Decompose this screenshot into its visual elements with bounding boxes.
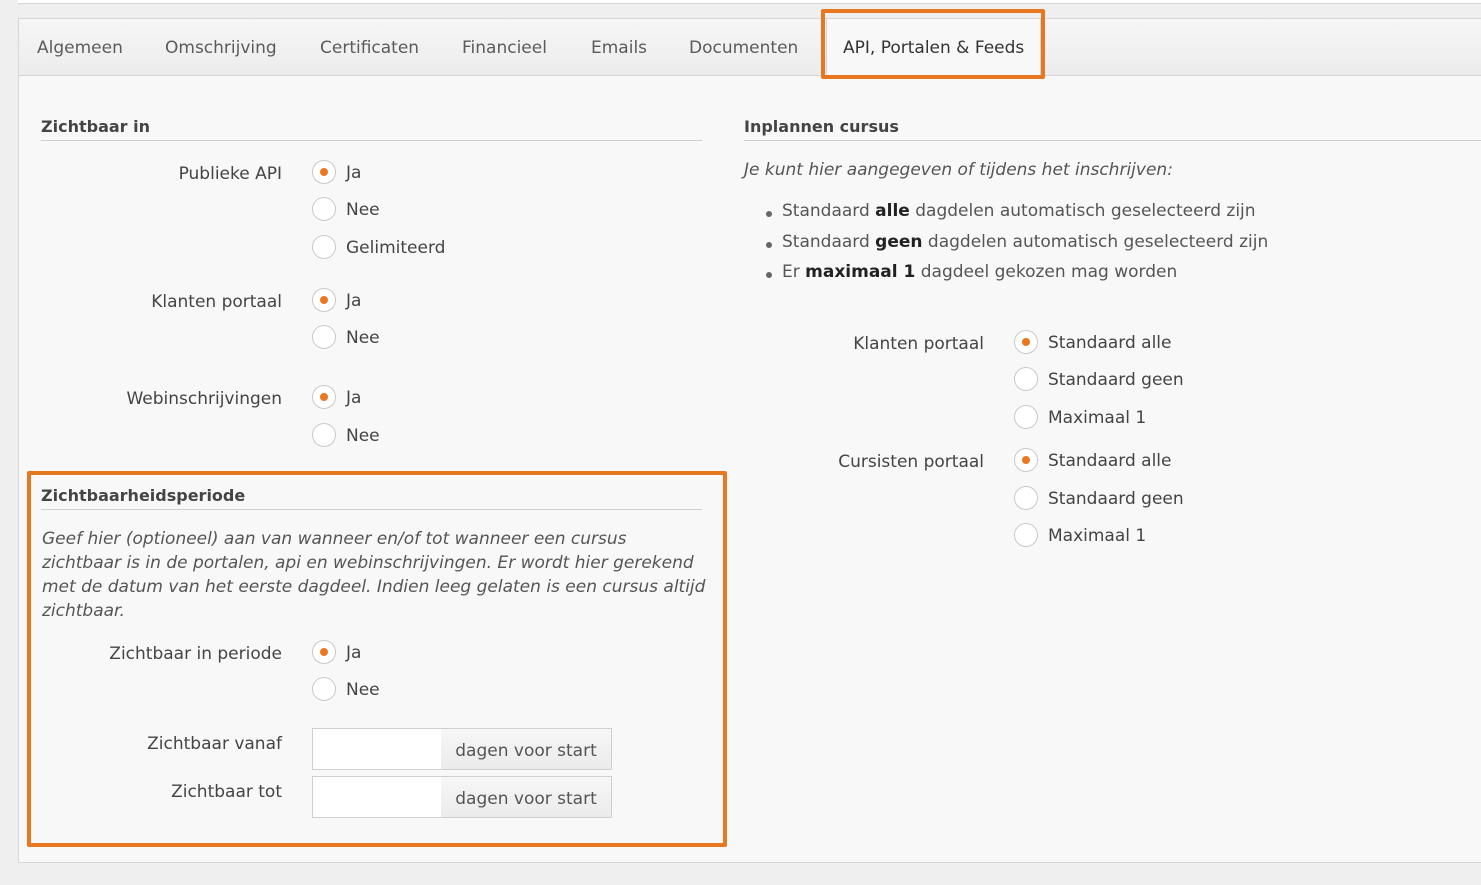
radio-unchecked-icon[interactable] (312, 325, 336, 349)
label-plan-klanten-portaal: Klanten portaal (853, 334, 984, 354)
plan-bullet-maximaal: Er maximaal 1 dagdeel gekozen mag worden (765, 262, 1178, 282)
label-plan-cursisten-portaal: Cursisten portaal (838, 452, 984, 472)
tab-omschrijving[interactable]: Omschrijving (165, 19, 277, 75)
radio-checked-icon[interactable] (312, 640, 336, 664)
radio-checked-icon[interactable] (312, 385, 336, 409)
tab-bar: Algemeen Omschrijving Certificaten Finan… (19, 19, 1481, 76)
label-publieke-api: Publieke API (178, 164, 282, 184)
section-title-zichtbaarheidsperiode: Zichtbaarheidsperiode (41, 486, 702, 510)
section-title-zichtbaar-in: Zichtbaar in (41, 117, 702, 141)
tab-documenten[interactable]: Documenten (689, 19, 798, 75)
radio-checked-icon[interactable] (312, 288, 336, 312)
tab-algemeen[interactable]: Algemeen (37, 19, 123, 75)
label-webinschrijvingen: Webinschrijvingen (126, 389, 282, 409)
radio-unchecked-icon[interactable] (1014, 523, 1038, 547)
plan-bullet-geen: Standaard geen dagdelen automatisch gese… (765, 232, 1269, 252)
radio-checked-icon[interactable] (1014, 330, 1038, 354)
radio-unchecked-icon[interactable] (312, 235, 336, 259)
tab-emails[interactable]: Emails (591, 19, 647, 75)
label-klanten-portaal: Klanten portaal (151, 292, 282, 312)
radio-unchecked-icon[interactable] (312, 197, 336, 221)
plan-intro: Je kunt hier aangegeven of tijdens het i… (744, 160, 1173, 180)
radio-unchecked-icon[interactable] (1014, 486, 1038, 510)
radio-checked-icon[interactable] (312, 160, 336, 184)
tab-api-portalen-feeds[interactable]: API, Portalen & Feeds (826, 19, 1042, 76)
radio-unchecked-icon[interactable] (312, 677, 336, 701)
zichtbaar-tot-addon: dagen voor start (441, 776, 612, 818)
label-zichtbaar-vanaf: Zichtbaar vanaf (147, 734, 282, 754)
label-zichtbaar-in-periode: Zichtbaar in periode (109, 644, 282, 664)
radio-unchecked-icon[interactable] (1014, 405, 1038, 429)
tab-certificaten[interactable]: Certificaten (320, 19, 419, 75)
radio-checked-icon[interactable] (1014, 448, 1038, 472)
plan-bullet-alle: Standaard alle dagdelen automatisch gese… (766, 201, 1256, 221)
tab-financieel[interactable]: Financieel (462, 19, 547, 75)
radio-unchecked-icon[interactable] (1014, 367, 1038, 391)
zichtbaar-vanaf-addon: dagen voor start (441, 728, 612, 770)
label-zichtbaar-tot: Zichtbaar tot (171, 782, 282, 802)
section-title-inplannen-cursus: Inplannen cursus (744, 117, 1481, 141)
period-description: Geef hier (optioneel) aan van wanneer en… (42, 529, 706, 621)
radio-unchecked-icon[interactable] (312, 423, 336, 447)
top-border (18, 0, 1481, 4)
zichtbaar-vanaf-input[interactable] (312, 728, 442, 770)
zichtbaar-tot-input[interactable] (312, 776, 442, 818)
